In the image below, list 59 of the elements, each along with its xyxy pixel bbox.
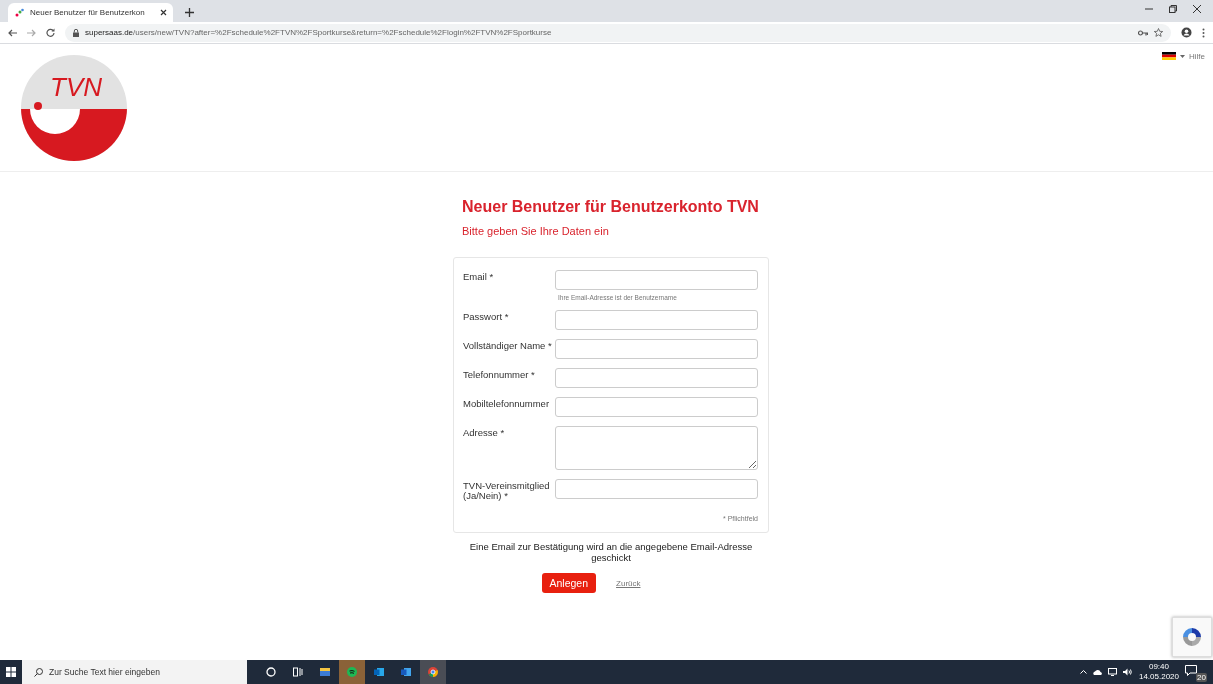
close-icon[interactable] [160,9,167,16]
field-label: Email * [463,270,495,282]
lock-icon [73,28,79,37]
clock-date[interactable]: 14.05.2020 [1138,672,1179,682]
notification-icon[interactable] [1185,665,1197,676]
search-icon [34,667,43,677]
logo[interactable]: TVN [20,54,128,162]
mail-app-icon [374,667,384,677]
menu-icon[interactable] [1202,27,1205,38]
page-subtitle: Bitte geben Sie Ihre Daten ein [462,225,610,237]
favicon-icon [14,7,24,18]
windows-start-icon[interactable] [6,667,16,677]
document-app-icon [401,667,411,677]
music-app-icon [347,667,357,677]
field-label: TVN-Vereinsmitglied (Ja/Nein) * [463,479,551,501]
caret-icon[interactable] [1180,54,1185,58]
browser-tab[interactable]: Neuer Benutzer für Benutzerkon [8,3,173,22]
input-field[interactable] [555,368,758,388]
folder-icon [320,667,330,677]
volume-icon[interactable] [1122,668,1133,676]
input-field[interactable] [555,339,758,359]
germany-flag-icon[interactable] [1162,52,1176,60]
field-label: Adresse * [463,426,506,438]
back-icon[interactable] [8,28,17,37]
restore-icon[interactable] [1169,5,1177,13]
notification-count: 20 [1196,673,1207,682]
network-icon[interactable] [1107,668,1117,676]
back-link[interactable]: Zurück [616,578,641,588]
recaptcha-icon [1181,626,1203,648]
task-view-icon [293,667,303,677]
field-label: Telefonnummer * [463,368,536,380]
profile-icon[interactable] [1181,27,1192,38]
circle-icon [266,667,276,677]
page-title: Neuer Benutzer für Benutzerkonto TVN [462,198,760,216]
help-link[interactable]: Hilfe [1189,51,1205,61]
minimize-icon[interactable] [1145,5,1153,13]
star-icon[interactable] [1154,28,1163,37]
input-field[interactable] [555,397,758,417]
address-bar[interactable]: supersaas.de/users/new/TVN?after=%2Fschedule%2FTVN%2FSportkurse&return=%2Fschedule%2Flogin%2FTVN%2FSportkurse [65,23,1171,42]
input-field[interactable] [555,479,758,499]
search-placeholder: Zur Suche Text hier eingeben [49,667,160,677]
confirmation-note: Eine Email zur Bestätigung wird an die angegebene Email-Adresse geschickt [468,541,754,563]
submit-button[interactable]: Anlegen [541,573,597,593]
browser-app-icon [428,667,438,677]
field-label: Vollständiger Name * [463,339,553,351]
field-label: Mobiltelefonnummer [463,397,551,409]
chevron-up-icon[interactable] [1079,670,1087,674]
reload-icon[interactable] [46,28,55,37]
cloud-icon[interactable] [1092,669,1102,675]
url-text: supersaas.de/users/new/TVN?after=%2Fschedule%2FTVN%2FSportkurse&return=%2Fschedule%2Flogin%2FTVN%2FSportkurse [85,28,552,37]
recaptcha-badge[interactable] [1172,617,1212,657]
input-field[interactable] [555,270,758,290]
close-icon[interactable] [1193,5,1201,13]
clock-time[interactable]: 09:40 [1148,662,1169,672]
field-label: Passwort * [463,310,510,322]
taskbar-search-field[interactable]: Zur Suche Text hier eingeben [22,660,247,684]
new-tab-icon[interactable] [185,8,194,17]
input-field[interactable] [555,310,758,330]
key-icon[interactable] [1138,29,1148,36]
